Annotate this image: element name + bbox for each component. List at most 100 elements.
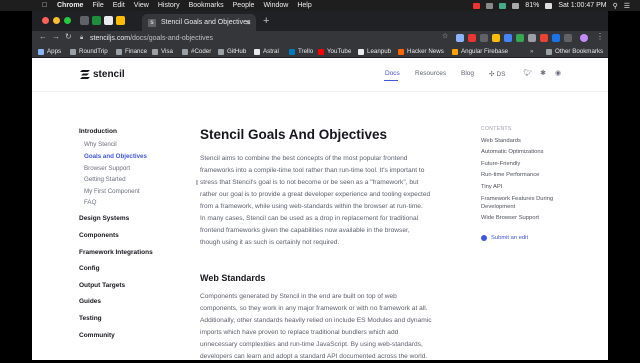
toc-item-framework-features-cont[interactable]: Development	[481, 203, 515, 212]
sidebar-community[interactable]: Community	[79, 332, 115, 339]
stencil-logo[interactable]: stencil	[80, 69, 125, 80]
extension-icon-4[interactable]	[492, 34, 500, 42]
sidebar-output-targets[interactable]: Output Targets	[79, 282, 125, 289]
sidebar-introduction[interactable]: Introduction	[79, 128, 117, 135]
extension-icon-8[interactable]	[540, 34, 548, 42]
extension-icon-10[interactable]	[564, 34, 572, 42]
extension-icon-5[interactable]	[504, 34, 512, 42]
menu-app-chrome[interactable]: Chrome	[57, 2, 83, 9]
minimize-window-icon[interactable]	[53, 17, 60, 24]
toc-item-automatic-optimizations[interactable]: Automatic Optimizations	[481, 148, 544, 157]
toc-item-web-standards[interactable]: Web Standards	[481, 137, 521, 146]
menu-edit[interactable]: Edit	[113, 2, 125, 9]
menu-bookmarks[interactable]: Bookmarks	[189, 2, 224, 9]
bookmarks-overflow-icon[interactable]: »	[530, 48, 533, 55]
bookmark-other[interactable]: Other Bookmarks	[546, 48, 603, 55]
extension-icon-2[interactable]	[468, 34, 476, 42]
address-bar[interactable]: 🔒︎ stenciljs.com /docs/goals-and-objecti…	[80, 32, 418, 44]
tab-active[interactable]: s Stencil Goals and Objectives ✕	[142, 14, 256, 31]
menu-file[interactable]: File	[92, 2, 103, 9]
bookmark-label: Trello	[298, 48, 314, 55]
toc-item-wide-browser-support[interactable]: Wide Browser Support	[481, 214, 539, 223]
github-icon[interactable]: ◉	[554, 70, 562, 78]
ws-line: unnecessary complexities and run-time Ja…	[200, 341, 423, 348]
extension-icon-3[interactable]	[480, 34, 488, 42]
app-icon[interactable]	[499, 2, 507, 9]
submit-edit-link[interactable]: Submit an edit	[481, 235, 528, 241]
bookmark-trello[interactable]: Trello	[289, 48, 313, 55]
forward-icon[interactable]: →	[52, 32, 60, 41]
sidebar-framework-integrations[interactable]: Framework Integrations	[79, 249, 153, 256]
bookmark-apps[interactable]: Apps	[38, 48, 61, 55]
cloud-icon[interactable]	[486, 2, 494, 9]
pinned-tab-sheets[interactable]	[92, 16, 101, 25]
bookmark-label: Visa	[161, 48, 173, 55]
bookmark-roundtrip[interactable]: RoundTrip	[70, 48, 108, 55]
chrome-menu-icon[interactable]: ⋮	[596, 32, 604, 41]
menu-people[interactable]: People	[233, 2, 255, 9]
close-window-icon[interactable]	[42, 17, 49, 24]
extension-icon-9[interactable]	[552, 34, 560, 42]
nav-ds[interactable]: ✣ DS	[489, 70, 505, 79]
pinned-tab-4[interactable]	[116, 16, 125, 25]
astral-icon	[254, 48, 260, 55]
control-center-icon[interactable]: ☰	[624, 2, 630, 10]
battery-icon[interactable]	[545, 2, 553, 9]
sidebar-config[interactable]: Config	[79, 265, 100, 272]
bookmark-angular-firebase[interactable]: Angular Firebase	[452, 48, 508, 55]
extension-icon-1[interactable]	[456, 34, 464, 42]
new-tab-icon[interactable]: +	[263, 15, 269, 27]
apple-icon[interactable]: 	[42, 2, 49, 9]
sidebar-design-systems[interactable]: Design Systems	[79, 215, 129, 222]
sidebar-item-faq[interactable]: FAQ	[84, 199, 96, 206]
bookmark-youtube[interactable]: YouTube	[318, 48, 351, 55]
menu-window[interactable]: Window	[263, 2, 288, 9]
youtube-icon	[318, 48, 324, 55]
extension-icon-7[interactable]	[528, 34, 536, 42]
sidebar-guides[interactable]: Guides	[79, 298, 101, 305]
nav-blog[interactable]: Blog	[461, 70, 474, 77]
toc-item-tiny-api[interactable]: Tiny API	[481, 183, 502, 192]
reload-icon[interactable]: ↻	[65, 32, 72, 41]
maximize-window-icon[interactable]	[64, 17, 71, 24]
nav-docs[interactable]: Docs	[385, 70, 400, 77]
sidebar-testing[interactable]: Testing	[79, 315, 102, 322]
record-icon[interactable]	[473, 2, 481, 9]
web-standards-heading: Web Standards	[200, 273, 266, 283]
menu-help[interactable]: Help	[297, 2, 311, 9]
search-icon[interactable]: ⚲	[613, 2, 618, 10]
extension-icon-6[interactable]	[516, 34, 524, 42]
close-tab-icon[interactable]: ✕	[245, 19, 251, 27]
sidebar-components[interactable]: Components	[79, 232, 119, 239]
wifi-icon[interactable]	[512, 2, 520, 9]
sidebar-item-goals[interactable]: Goals and Objectives	[84, 153, 147, 160]
sidebar-item-browser-support[interactable]: Browser Support	[84, 165, 130, 172]
toc-item-future-friendly[interactable]: Future-Friendly	[481, 160, 520, 169]
sidebar-item-why-stencil[interactable]: Why Stencil	[84, 141, 117, 148]
bookmark-leanpub[interactable]: Leanpub	[358, 48, 391, 55]
bookmark-visa[interactable]: Visa	[152, 48, 173, 55]
slack-icon[interactable]: ✱	[539, 70, 547, 78]
nav-resources[interactable]: Resources	[415, 70, 446, 77]
ws-line: Components generated by Stencil in the e…	[200, 293, 397, 300]
star-bookmark-icon[interactable]: ☆	[442, 32, 448, 40]
bookmark-coder[interactable]: #Coder	[182, 48, 211, 55]
bookmark-github[interactable]: GitHub	[218, 48, 246, 55]
menu-view[interactable]: View	[134, 2, 149, 9]
clock[interactable]: Sat 1:00:47 PM	[558, 2, 606, 9]
sidebar-item-getting-started[interactable]: Getting Started	[84, 176, 126, 183]
back-icon[interactable]: ←	[39, 32, 47, 41]
pinned-tab-3[interactable]	[104, 16, 113, 25]
twitter-icon[interactable]: 🐦︎	[523, 70, 532, 78]
lock-icon[interactable]: 🔒︎	[80, 35, 86, 41]
bookmark-hacker-news[interactable]: Hacker News	[398, 48, 444, 55]
profile-avatar[interactable]	[580, 34, 588, 42]
bookmark-finance[interactable]: Finance	[116, 48, 147, 55]
bookmark-astral[interactable]: Astral	[254, 48, 279, 55]
pinned-tab-1[interactable]	[80, 16, 89, 25]
intro-line: frontend frameworks given the capabiliti…	[200, 227, 410, 234]
menu-history[interactable]: History	[158, 2, 180, 9]
sidebar-item-first-component[interactable]: My First Component	[84, 188, 140, 195]
intro-line: In many cases, Stencil can be used as a …	[200, 215, 419, 222]
toc-item-runtime-performance[interactable]: Run-time Performance	[481, 171, 539, 180]
